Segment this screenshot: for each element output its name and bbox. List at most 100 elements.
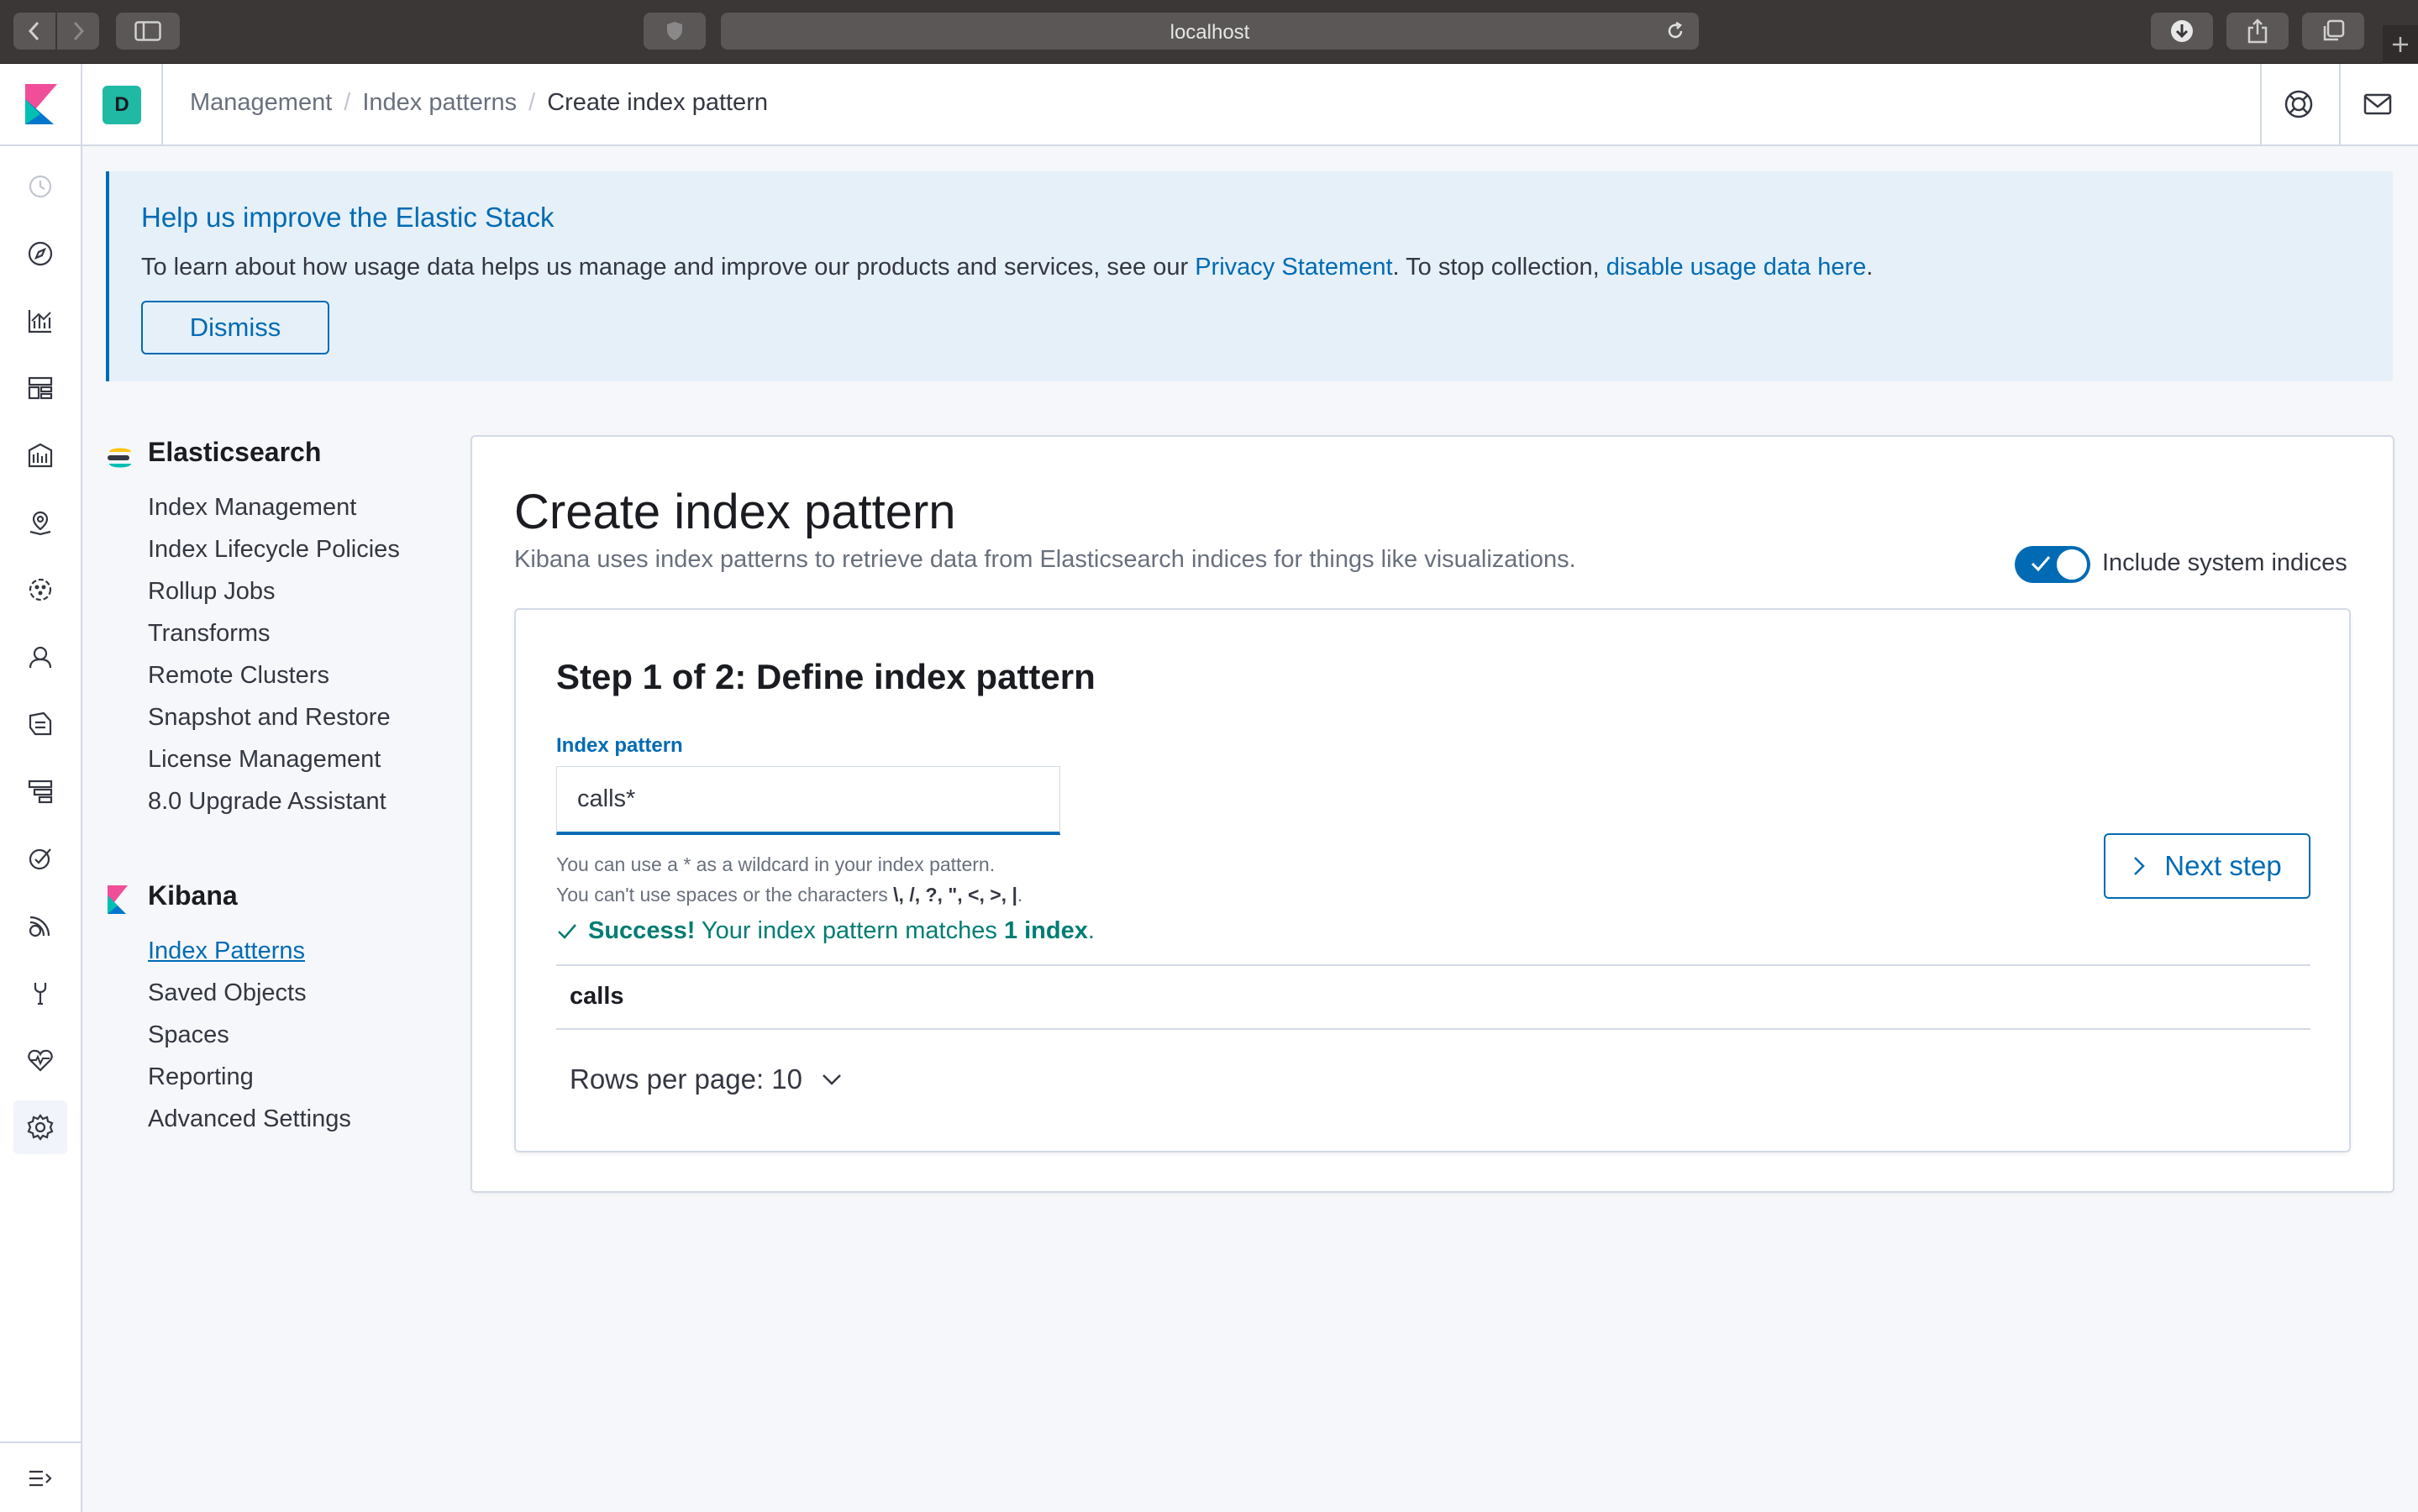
check-icon <box>558 923 576 939</box>
success-text: Your index pattern matches <box>695 917 1004 944</box>
side-menu-item-rollup-jobs[interactable]: Rollup Jobs <box>148 578 276 606</box>
chevron-right-icon <box>2134 857 2146 875</box>
include-system-indices-toggle[interactable] <box>2015 546 2090 583</box>
maps-icon[interactable] <box>24 506 57 539</box>
next-step-label: Next step <box>2164 850 2282 881</box>
side-menu-item-advanced-settings[interactable]: Advanced Settings <box>148 1105 351 1133</box>
share-icon[interactable] <box>2226 13 2289 50</box>
breadcrumb-management[interactable]: Management <box>190 89 332 117</box>
help-text-suffix: . <box>1017 884 1023 906</box>
callout-text: . To stop collection, <box>1392 254 1606 281</box>
success-end: . <box>1087 917 1095 944</box>
callout-text: To learn about how usage data helps us m… <box>141 254 1196 281</box>
index-pattern-label: Index pattern <box>556 734 683 757</box>
check-icon <box>2031 556 2051 572</box>
table-divider <box>556 964 2310 966</box>
canvas-icon[interactable] <box>24 438 57 472</box>
chevron-down-icon <box>823 1074 841 1085</box>
logs-icon[interactable] <box>24 707 57 741</box>
breadcrumb-separator: / <box>528 89 536 116</box>
callout-body: To learn about how usage data helps us m… <box>141 254 1873 281</box>
header-divider <box>2339 64 2341 144</box>
space-avatar[interactable]: D <box>103 86 141 124</box>
step-title: Step 1 of 2: Define index pattern <box>556 657 1096 696</box>
side-menu-item-snapshot-and-restore[interactable]: Snapshot and Restore <box>148 704 391 732</box>
page-title: Create index pattern <box>514 485 956 539</box>
privacy-statement-link[interactable]: Privacy Statement <box>1195 254 1392 281</box>
reload-icon[interactable] <box>1665 21 1685 45</box>
breadcrumb: Management / Index patterns / Create ind… <box>190 89 768 117</box>
visualize-icon[interactable] <box>24 304 57 338</box>
toggle-label[interactable]: Include system indices <box>2102 549 2347 577</box>
breadcrumb-separator: / <box>344 89 351 116</box>
help-text-characters: You can't use spaces or the characters \… <box>556 884 1022 906</box>
index-pattern-input[interactable] <box>556 766 1060 835</box>
tabs-icon[interactable] <box>2302 13 2364 50</box>
forward-icon[interactable] <box>57 13 99 50</box>
elasticsearch-section-title: Elasticsearch <box>148 437 322 467</box>
header-divider <box>2260 64 2262 144</box>
discover-icon[interactable] <box>24 237 57 270</box>
plus-icon[interactable] <box>2383 25 2418 64</box>
collapse-icon[interactable] <box>24 1462 57 1495</box>
table-row: calls <box>570 983 624 1010</box>
dismiss-button[interactable]: Dismiss <box>141 301 329 354</box>
left-nav <box>0 146 82 1512</box>
breadcrumb-create-index-pattern: Create index pattern <box>547 89 768 116</box>
side-menu-item-index-lifecycle-policies[interactable]: Index Lifecycle Policies <box>148 536 400 564</box>
rows-per-page-label: Rows per page: 10 <box>570 1063 803 1095</box>
url-bar[interactable]: localhost <box>721 13 1699 50</box>
invalid-characters: \, /, ?, ", <, >, | <box>893 884 1017 906</box>
side-menu-item-license-management[interactable]: License Management <box>148 746 381 774</box>
side-menu-item-index-patterns[interactable]: Index Patterns <box>148 937 305 965</box>
kibana-logo-icon[interactable] <box>24 84 59 124</box>
help-text-prefix: You can't use spaces or the characters <box>556 884 894 906</box>
header-divider <box>161 64 163 144</box>
kibana-section-title: Kibana <box>148 880 238 911</box>
breadcrumb-index-patterns[interactable]: Index patterns <box>362 89 517 117</box>
disable-usage-data-link[interactable]: disable usage data here <box>1606 254 1867 281</box>
create-index-pattern-panel: Create index pattern Kibana uses index p… <box>470 435 2394 1193</box>
dashboard-icon[interactable] <box>24 371 57 405</box>
dev-tools-icon[interactable] <box>24 976 57 1010</box>
download-icon[interactable] <box>2151 13 2213 50</box>
side-menu-item-reporting[interactable]: Reporting <box>148 1063 254 1091</box>
rows-per-page-select[interactable]: Rows per page: 10 <box>570 1063 843 1095</box>
shield-icon[interactable] <box>644 13 706 50</box>
uptime-icon[interactable] <box>24 909 57 942</box>
side-menu-item-index-management[interactable]: Index Management <box>148 494 356 522</box>
help-text-wildcard: You can use a * as a wildcard in your in… <box>556 853 996 875</box>
management-icon[interactable] <box>13 1100 67 1154</box>
infrastructure-icon[interactable] <box>24 774 57 808</box>
header-divider <box>81 64 82 144</box>
kibana-logo-icon <box>106 885 134 914</box>
help-icon[interactable] <box>2284 89 2314 119</box>
success-message: Success! Your index pattern matches 1 in… <box>556 917 1095 945</box>
side-menu-item-spaces[interactable]: Spaces <box>148 1021 229 1049</box>
table-divider <box>556 1028 2310 1030</box>
nav-divider <box>0 1441 81 1443</box>
callout-text: . <box>1866 254 1874 281</box>
success-label: Success! <box>588 917 696 944</box>
recent-icon[interactable] <box>24 170 57 203</box>
side-menu-item-saved-objects[interactable]: Saved Objects <box>148 979 307 1007</box>
toggle-knob <box>2055 548 2089 581</box>
callout-title: Help us improve the Elastic Stack <box>141 202 555 233</box>
elasticsearch-logo-icon <box>106 444 134 472</box>
next-step-button[interactable]: Next step <box>2104 833 2310 899</box>
siem-icon[interactable] <box>24 640 57 674</box>
back-icon[interactable] <box>13 13 55 50</box>
side-menu-item-upgrade-assistant[interactable]: 8.0 Upgrade Assistant <box>148 788 386 816</box>
side-menu-item-remote-clusters[interactable]: Remote Clusters <box>148 662 329 690</box>
step-panel: Step 1 of 2: Define index pattern Index … <box>514 608 2351 1152</box>
browser-toolbar: localhost <box>0 0 2418 64</box>
mail-icon[interactable] <box>2363 89 2393 119</box>
match-count: 1 index <box>1003 917 1088 944</box>
monitoring-icon[interactable] <box>24 1043 57 1077</box>
telemetry-callout: Help us improve the Elastic Stack To lea… <box>106 171 2393 381</box>
ml-icon[interactable] <box>24 573 57 606</box>
sidebar-icon[interactable] <box>116 13 180 50</box>
side-menu-item-transforms[interactable]: Transforms <box>148 620 271 648</box>
url-text: localhost <box>1170 21 1250 44</box>
apm-icon[interactable] <box>24 842 57 875</box>
